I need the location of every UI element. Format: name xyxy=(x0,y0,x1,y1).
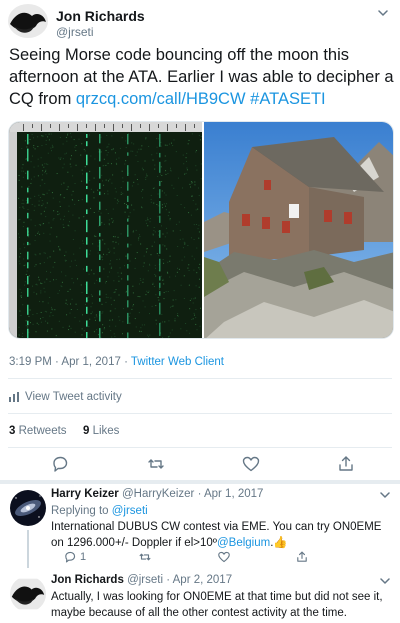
replying-to-prefix: Replying to xyxy=(51,505,112,517)
bar-chart-icon xyxy=(9,392,19,402)
reply-header: Harry Keizer @HarryKeizer · Apr 1, 2017 xyxy=(51,488,263,500)
reply-icon[interactable] xyxy=(63,550,77,567)
mountain-hut-image xyxy=(204,122,393,338)
likes-label: Likes xyxy=(92,425,120,437)
reply-author-name[interactable]: Jon Richards xyxy=(51,574,124,586)
likes-count: 9 xyxy=(82,425,90,437)
spectrogram-image xyxy=(9,122,202,338)
reply-tweet[interactable]: Jon Richards @jrseti · Apr 2, 2017 Actua… xyxy=(0,570,400,623)
reply-text: International DUBUS CW contest via EME. … xyxy=(51,519,396,551)
tweet-actions xyxy=(8,454,392,476)
author-handle[interactable]: @jrseti xyxy=(56,25,94,39)
tweet-media xyxy=(8,121,394,339)
divider xyxy=(8,413,392,414)
share-icon[interactable] xyxy=(336,454,356,474)
reply-tweet[interactable]: Harry Keizer @HarryKeizer · Apr 1, 2017 … xyxy=(0,484,400,568)
reply-mention[interactable]: @Belgium xyxy=(217,537,270,549)
reply-icon[interactable] xyxy=(50,454,70,474)
retweet-icon[interactable] xyxy=(146,454,166,474)
tweet-link[interactable]: qrzcq.com/call/HB9CW xyxy=(76,90,246,108)
tweet-text: Seeing Morse code bouncing off the moon … xyxy=(9,44,395,110)
like-icon[interactable] xyxy=(241,454,261,474)
divider xyxy=(8,378,392,379)
view-activity-label: View Tweet activity xyxy=(25,391,122,403)
replying-to-handle[interactable]: @jrseti xyxy=(112,505,148,517)
divider xyxy=(8,447,392,448)
thread-line xyxy=(27,530,29,568)
tweet-source[interactable]: Twitter Web Client xyxy=(131,356,224,368)
tweet-timestamp[interactable]: 3:19 PM · Apr 1, 2017 xyxy=(9,356,121,368)
retweets-stat[interactable]: 3 Retweets xyxy=(9,425,67,437)
tweet-header: Jon Richards @jrseti xyxy=(8,4,392,40)
reply-author-name[interactable]: Harry Keizer xyxy=(51,488,119,500)
tweet-meta: 3:19 PM · Apr 1, 2017 · Twitter Web Clie… xyxy=(9,356,224,368)
likes-stat[interactable]: 9 Likes xyxy=(83,425,119,437)
reply-text: Actually, I was looking for ON0EME at th… xyxy=(51,591,383,619)
author-name[interactable]: Jon Richards xyxy=(56,8,145,24)
tweet-hashtag[interactable]: #ATASETI xyxy=(250,90,326,108)
reply-header: Jon Richards @jrseti · Apr 2, 2017 xyxy=(51,574,232,586)
reply-actions: 1 xyxy=(51,550,381,564)
reply-date[interactable]: · Apr 1, 2017 xyxy=(198,488,264,500)
chevron-down-icon[interactable] xyxy=(376,6,390,20)
avatar[interactable] xyxy=(10,576,46,612)
retweets-count: 3 xyxy=(9,425,16,437)
share-icon[interactable] xyxy=(295,550,309,567)
chevron-down-icon[interactable] xyxy=(378,574,392,588)
chevron-down-icon[interactable] xyxy=(378,488,392,502)
tweet-stats: 3 Retweets 9 Likes xyxy=(9,425,119,437)
retweets-label: Retweets xyxy=(18,425,67,437)
like-icon[interactable] xyxy=(217,550,231,567)
replying-to: Replying to @jrseti xyxy=(51,503,396,519)
retweet-icon[interactable] xyxy=(138,550,152,567)
reply-date[interactable]: · Apr 2, 2017 xyxy=(166,574,232,586)
reply-author-handle[interactable]: @HarryKeizer xyxy=(122,488,194,500)
avatar[interactable] xyxy=(8,4,48,38)
reply-count: 1 xyxy=(80,551,87,563)
media-spectrogram[interactable] xyxy=(9,122,202,338)
meta-separator: · xyxy=(120,356,131,368)
view-activity-button[interactable]: View Tweet activity xyxy=(9,391,122,403)
media-photo[interactable] xyxy=(204,122,393,338)
reply-author-handle[interactable]: @jrseti xyxy=(127,574,163,586)
avatar[interactable] xyxy=(10,490,46,526)
thumbs-up-emoji: 👍 xyxy=(273,537,288,549)
